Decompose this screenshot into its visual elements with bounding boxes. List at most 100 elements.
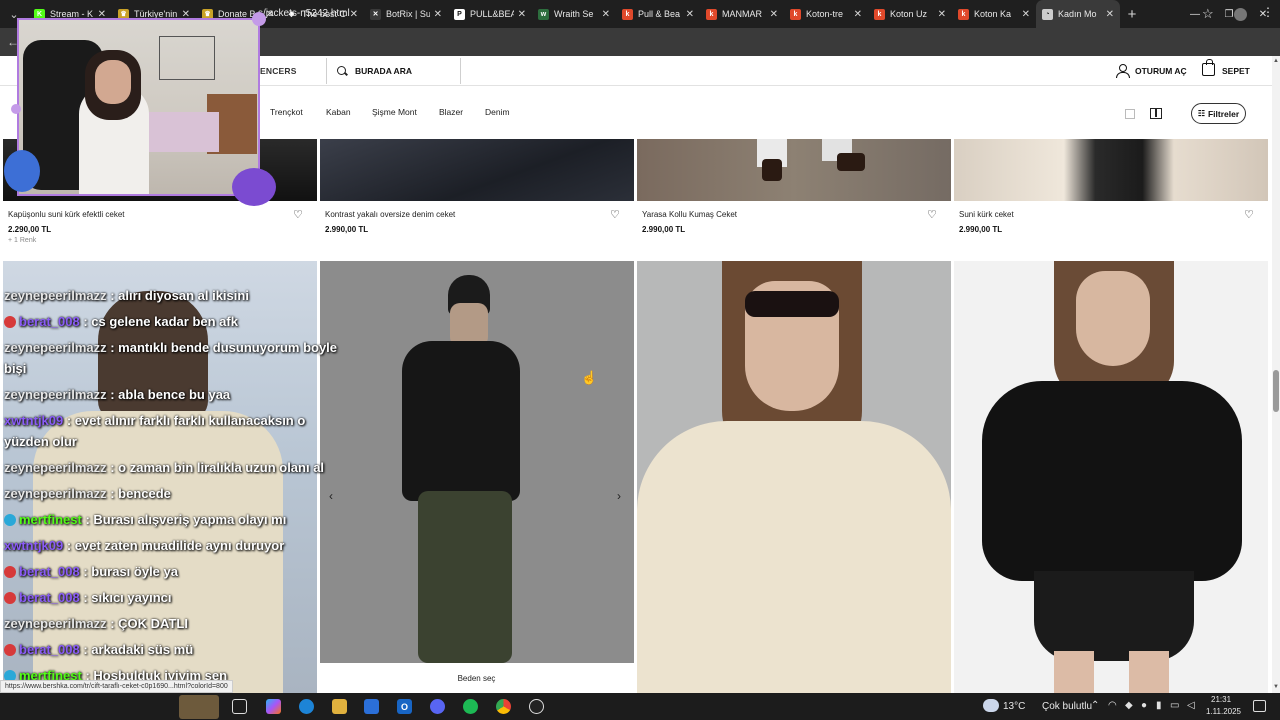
- chat-text: : burası öyle ya: [79, 564, 178, 579]
- task-view-icon[interactable]: [232, 699, 247, 714]
- new-tab-plus-icon[interactable]: +: [1120, 6, 1144, 23]
- shopping-bag-icon[interactable]: [1202, 59, 1215, 76]
- tab-close-icon[interactable]: ✕: [434, 9, 442, 20]
- single-column-view-icon[interactable]: [1125, 109, 1135, 119]
- browser-menu-icon[interactable]: ⋮: [1262, 5, 1274, 19]
- shoe-shape: [837, 153, 865, 171]
- filters-button[interactable]: ☷ Filtreler: [1191, 103, 1246, 124]
- tab-close-icon[interactable]: ✕: [686, 9, 694, 20]
- tab-close-icon[interactable]: ✕: [1106, 9, 1114, 20]
- product-image[interactable]: [637, 261, 951, 693]
- category-chip-blazer[interactable]: Blazer: [431, 102, 471, 122]
- browser-tab[interactable]: k MANMAR ✕: [700, 0, 784, 28]
- tab-close-icon[interactable]: ✕: [938, 9, 946, 20]
- chrome-icon[interactable]: [496, 699, 511, 714]
- clock-date[interactable]: 1.11.2025: [1206, 707, 1241, 716]
- carousel-next-icon[interactable]: ›: [617, 489, 621, 503]
- product-color-count[interactable]: + 1 Renk: [8, 237, 36, 244]
- scroll-down-arrow-icon[interactable]: ▼: [1273, 684, 1279, 690]
- browser-tab[interactable]: k Koton Ka ✕: [952, 0, 1036, 28]
- scrollbar-thumb[interactable]: [1273, 370, 1279, 412]
- user-icon[interactable]: [1116, 64, 1130, 78]
- carousel-prev-icon[interactable]: ‹: [329, 489, 333, 503]
- weather-temperature[interactable]: 13°C: [1003, 701, 1025, 712]
- wishlist-heart-icon[interactable]: ♡: [293, 208, 303, 221]
- clock-time[interactable]: 21:31: [1211, 695, 1231, 704]
- two-column-view-icon[interactable]: [1150, 108, 1162, 119]
- chat-message: xwtntjk09 : evet zaten muadilide aynı du…: [4, 538, 284, 553]
- wall-grid-shape: [159, 36, 215, 80]
- chat-text: : Burası alışveriş yapma olayı mı: [81, 512, 287, 527]
- tab-favicon-icon: ✕: [370, 8, 381, 20]
- browser-tab[interactable]: k Koton Uz ✕: [868, 0, 952, 28]
- browser-tab[interactable]: P PULL&BEA ✕: [448, 0, 532, 28]
- tab-label: Pull & Bea: [638, 9, 681, 19]
- product-name[interactable]: Yarasa Kollu Kumaş Ceket: [642, 210, 737, 219]
- scroll-up-arrow-icon[interactable]: ▲: [1273, 58, 1279, 64]
- login-link[interactable]: OTURUM AÇ: [1135, 66, 1187, 76]
- tab-label: PULL&BEA: [470, 9, 514, 19]
- wishlist-heart-icon[interactable]: ♡: [1244, 208, 1254, 221]
- weather-cloud-icon[interactable]: [983, 699, 999, 712]
- category-chip-denim[interactable]: Denim: [477, 102, 518, 122]
- tab-favicon-icon: k: [622, 8, 633, 20]
- product-image[interactable]: [954, 261, 1268, 693]
- bison-widget-icon[interactable]: [179, 695, 219, 719]
- chat-message: zeynepeerilmazz : alırı diyosan al ikisi…: [4, 288, 249, 303]
- cart-link[interactable]: SEPET: [1222, 66, 1250, 76]
- tab-close-icon[interactable]: ✕: [350, 9, 358, 20]
- headset-icon[interactable]: ◠: [1108, 700, 1117, 711]
- chat-username: zeynepeerilmazz: [4, 387, 107, 402]
- browser-tab[interactable]: k Pull & Bea ✕: [616, 0, 700, 28]
- tray-app-icon[interactable]: ◆: [1125, 700, 1133, 711]
- tab-close-icon[interactable]: ✕: [770, 9, 778, 20]
- category-chip-sisme-mont[interactable]: Şişme Mont: [364, 102, 425, 122]
- wishlist-heart-icon[interactable]: ♡: [610, 208, 620, 221]
- browser-tab[interactable]: ◔ Kadın Mo ✕: [1036, 0, 1120, 28]
- file-explorer-icon[interactable]: [332, 699, 347, 714]
- tab-favicon-icon: k: [790, 8, 801, 20]
- size-select-button[interactable]: Beden seç: [319, 663, 634, 693]
- bookmark-star-icon[interactable]: ☆: [1202, 6, 1214, 22]
- notification-icon[interactable]: [1253, 700, 1266, 712]
- edge-browser-icon[interactable]: [299, 699, 314, 714]
- tray-app-icon[interactable]: ●: [1141, 700, 1147, 711]
- microphone-icon[interactable]: ▮: [1156, 700, 1162, 711]
- search-input[interactable]: BURADA ARA: [355, 66, 412, 76]
- product-name[interactable]: Kapüşonlu suni kürk efektli ceket: [8, 210, 125, 219]
- chat-username: mertfinest: [19, 512, 82, 527]
- search-icon[interactable]: [337, 66, 346, 75]
- product-name[interactable]: Suni kürk ceket: [959, 210, 1014, 219]
- browser-tab[interactable]: ✕ BotRix | Su ✕: [364, 0, 448, 28]
- network-icon[interactable]: ▭: [1170, 700, 1179, 711]
- weather-condition[interactable]: Çok bulutlu: [1042, 701, 1092, 712]
- influencers-nav-link[interactable]: ENCERS: [260, 66, 297, 76]
- tab-close-icon[interactable]: ✕: [1022, 9, 1030, 20]
- tab-close-icon[interactable]: ✕: [518, 9, 526, 20]
- product-image[interactable]: [954, 139, 1268, 201]
- address-url-field[interactable]: s/jackets-n5242.html: [258, 8, 350, 19]
- chat-username: zeynepeerilmazz: [4, 288, 107, 303]
- discord-icon[interactable]: [430, 699, 445, 714]
- leg-shape: [1129, 651, 1169, 693]
- tray-chevron-icon[interactable]: ⌃: [1091, 700, 1099, 711]
- wishlist-heart-icon[interactable]: ♡: [927, 208, 937, 221]
- product-image[interactable]: [637, 139, 951, 201]
- tab-label: Koton-tre: [806, 9, 844, 19]
- product-image[interactable]: [320, 261, 634, 663]
- category-chip-trenckot[interactable]: Trençkot: [262, 102, 311, 122]
- browser-tab[interactable]: w Wraith Se ✕: [532, 0, 616, 28]
- browser-tab[interactable]: k Koton-tre ✕: [784, 0, 868, 28]
- spotify-icon[interactable]: [463, 699, 478, 714]
- product-name[interactable]: Kontrast yakalı oversize denim ceket: [325, 210, 455, 219]
- copilot-icon[interactable]: [266, 699, 281, 714]
- volume-icon[interactable]: ◁: [1187, 700, 1195, 711]
- tab-close-icon[interactable]: ✕: [602, 9, 610, 20]
- tab-close-icon[interactable]: ✕: [854, 9, 862, 20]
- profile-avatar-icon[interactable]: [1234, 8, 1247, 21]
- store-icon[interactable]: [364, 699, 379, 714]
- outlook-icon[interactable]: O: [397, 699, 412, 714]
- product-image[interactable]: [320, 139, 634, 201]
- obs-icon[interactable]: [529, 699, 544, 714]
- category-chip-kaban[interactable]: Kaban: [318, 102, 359, 122]
